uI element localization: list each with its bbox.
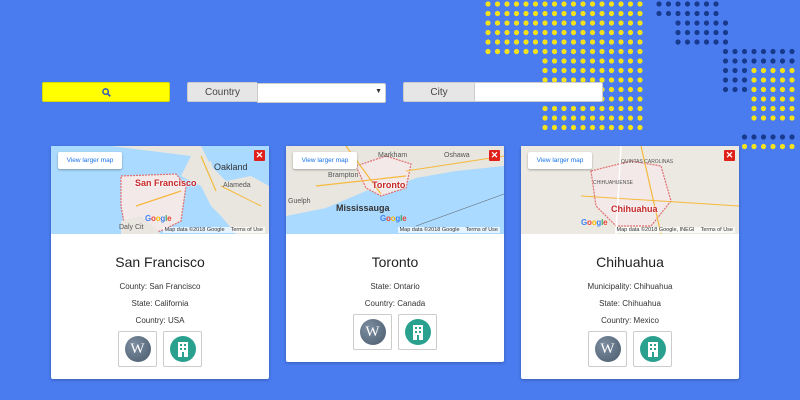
map-label: QUINTAS CAROLINAS (621, 159, 674, 165)
wikipedia-button[interactable]: W (118, 331, 157, 367)
map-label: Mississauga (336, 203, 390, 213)
city-card-toronto: View larger map ✕ Markham Oshawa Brampto… (286, 146, 504, 362)
state-info: State: Chihuahua (599, 299, 661, 308)
map-label: Markham (378, 152, 408, 159)
city-card-san-francisco: View larger map ✕ San Francisco Oakland … (51, 146, 269, 379)
country-info: Country: Mexico (601, 316, 659, 325)
close-icon[interactable]: ✕ (724, 150, 735, 161)
city-label: City (403, 82, 474, 102)
map-city-label: Toronto (372, 180, 406, 190)
google-logo: Google (581, 218, 608, 227)
map-label: Brampton (328, 172, 359, 179)
terms-link[interactable]: Terms of Use (231, 227, 263, 233)
country-info: Country: Canada (364, 299, 426, 308)
map-city-label: Chihuahua (611, 204, 658, 214)
map-label: Guelph (288, 198, 311, 205)
view-larger-map-link[interactable]: View larger map (58, 152, 122, 169)
close-icon[interactable]: ✕ (254, 150, 265, 161)
map-label: CHIHUAHUENSE (593, 180, 634, 186)
map-label: Daly Cit (119, 224, 144, 231)
search-button[interactable] (42, 82, 170, 102)
card-title: San Francisco (115, 254, 205, 270)
close-icon[interactable]: ✕ (489, 150, 500, 161)
view-larger-map-link[interactable]: View larger map (528, 152, 592, 169)
county-info: County: San Francisco (119, 282, 201, 291)
country-info: Country: USA (135, 316, 185, 325)
building-icon (169, 336, 196, 362)
city-info-button[interactable] (633, 331, 672, 367)
state-info: State: California (131, 299, 189, 308)
country-label: Country (187, 82, 257, 102)
city-info-button[interactable] (163, 331, 202, 367)
map-label: Oakland (214, 162, 248, 172)
state-info: State: Ontario (370, 282, 420, 291)
wikipedia-button[interactable]: W (588, 331, 627, 367)
city-input[interactable] (474, 82, 603, 102)
map-attribution: Map data ©2018 Google Terms of Use (397, 227, 500, 233)
map-chihuahua[interactable]: View larger map ✕ QUINTAS CAROLINAS CHIH… (521, 146, 739, 234)
wikipedia-icon: W (359, 319, 386, 345)
card-title: Chihuahua (596, 254, 664, 270)
city-card-chihuahua: View larger map ✕ QUINTAS CAROLINAS CHIH… (521, 146, 739, 379)
wikipedia-icon: W (594, 336, 621, 362)
country-filter: Country ▼ (187, 82, 386, 103)
map-toronto[interactable]: View larger map ✕ Markham Oshawa Brampto… (286, 146, 504, 234)
google-logo: Google (380, 214, 407, 223)
view-larger-map-link[interactable]: View larger map (293, 152, 357, 169)
map-attribution: Map data ©2018 Google, INEGI Terms of Use (614, 227, 735, 233)
wikipedia-icon: W (124, 336, 151, 362)
google-logo: Google (145, 214, 172, 223)
terms-link[interactable]: Terms of Use (701, 227, 733, 233)
city-filter: City (403, 82, 603, 102)
map-city-label: San Francisco (135, 178, 197, 188)
card-title: Toronto (371, 254, 419, 270)
municipality-info: Municipality: Chihuahua (587, 282, 673, 291)
city-info-button[interactable] (398, 314, 437, 350)
map-attribution: Map data ©2018 Google Terms of Use (162, 227, 265, 233)
map-san-francisco[interactable]: View larger map ✕ San Francisco Oakland … (51, 146, 269, 234)
building-icon (639, 336, 666, 362)
wikipedia-button[interactable]: W (353, 314, 392, 350)
building-icon (404, 319, 431, 345)
map-label: Oshawa (444, 152, 470, 159)
country-select[interactable] (257, 82, 386, 103)
map-label: Alameda (223, 182, 251, 189)
search-icon (101, 87, 111, 97)
terms-link[interactable]: Terms of Use (466, 227, 498, 233)
